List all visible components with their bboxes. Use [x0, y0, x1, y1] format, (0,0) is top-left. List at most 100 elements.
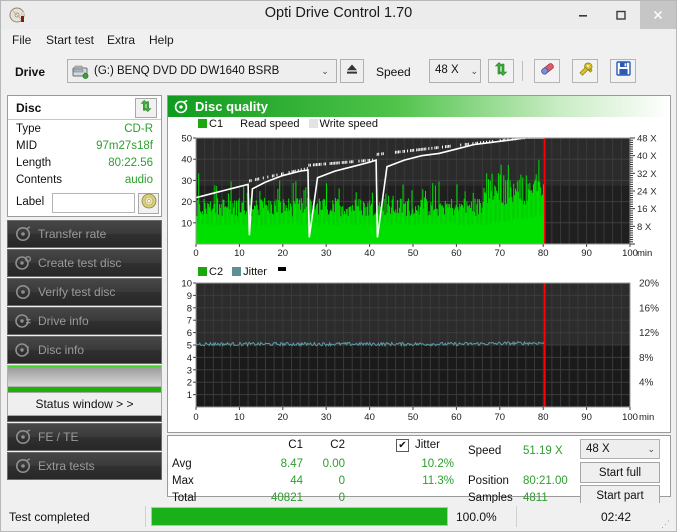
legend-swatch-c2 — [198, 267, 207, 276]
disc-extra-icon — [15, 458, 31, 474]
save-button[interactable] — [610, 59, 636, 83]
svg-text:7: 7 — [187, 316, 192, 327]
eraser-icon — [539, 61, 556, 82]
eject-button[interactable] — [340, 59, 364, 83]
drive-label: Drive — [15, 65, 46, 79]
svg-text:16 X: 16 X — [637, 204, 657, 215]
svg-text:min: min — [639, 412, 654, 423]
disc-test-icon — [15, 226, 31, 242]
c1-chart[interactable]: C1 Read speed Write speed 10 20 30 40 50 8 X1… — [168, 117, 670, 265]
disc-check-icon — [15, 284, 31, 300]
disc-box-title: Disc — [16, 101, 42, 115]
svg-text:8 X: 8 X — [637, 222, 652, 233]
svg-text:24 X: 24 X — [637, 187, 657, 198]
svg-text:8%: 8% — [639, 353, 654, 364]
svg-text:50: 50 — [408, 412, 419, 423]
svg-text:32 X: 32 X — [637, 169, 657, 180]
sidebar-item-fe-te[interactable]: FE / TE — [7, 423, 162, 451]
legend-label-write-speed: Write speed — [319, 118, 379, 130]
svg-text:2: 2 — [187, 378, 192, 389]
jitter-checkbox[interactable]: ✔ — [396, 439, 409, 452]
refresh-button[interactable] — [488, 59, 514, 83]
resize-grip-icon[interactable]: ⋰ — [661, 519, 670, 530]
cd-disc-button[interactable] — [138, 193, 159, 214]
svg-text:4%: 4% — [639, 378, 654, 389]
sidebar-item-verify-test-disc[interactable]: Verify test disc — [7, 278, 162, 306]
svg-text:40: 40 — [181, 155, 192, 166]
menu-start-test[interactable]: Start test — [41, 32, 99, 49]
disc-row-type: Type CD-R — [8, 123, 161, 140]
drive-icon — [72, 64, 89, 79]
elapsed-time: 02:42 — [601, 510, 632, 524]
test-speed-value: 48 X — [586, 443, 610, 455]
erase-button[interactable] — [534, 59, 560, 83]
svg-text:60: 60 — [451, 248, 462, 259]
legend-label-read-speed: Read speed — [240, 118, 300, 130]
stats-col-c2: C2 — [330, 439, 345, 451]
status-window-button[interactable]: Status window > > — [7, 392, 162, 416]
svg-text:60: 60 — [451, 412, 462, 423]
chevron-down-icon[interactable]: ⌄ — [647, 444, 655, 455]
disc-row-length: Length 80:22.56 — [8, 157, 161, 174]
disc-refresh-button[interactable] — [135, 98, 157, 118]
menu-extra[interactable]: Extra — [102, 32, 140, 49]
svg-text:50: 50 — [408, 248, 419, 259]
progress-percent: 100.0% — [456, 510, 497, 524]
sidebar-item-extra-tests[interactable]: Extra tests — [7, 452, 162, 480]
chevron-down-icon[interactable]: ⌄ — [470, 66, 478, 77]
legend-marker-icon — [278, 267, 287, 271]
svg-text:40 X: 40 X — [637, 151, 657, 162]
sidebar-item-label: Create test disc — [38, 256, 122, 270]
svg-text:20: 20 — [278, 412, 289, 423]
maximize-button[interactable] — [602, 1, 640, 29]
speed-stat-value: 51.19 X — [523, 445, 563, 457]
svg-text:10: 10 — [181, 218, 192, 229]
application-window: Opti Drive Control 1.70 File Start test … — [0, 0, 677, 532]
stats-c2-max: 0 — [338, 475, 345, 487]
svg-text:16%: 16% — [639, 303, 659, 314]
panel-title: Disc quality — [195, 99, 268, 114]
drive-select[interactable]: (G:) BENQ DVD DD DW1640 BSRB ⌄ — [67, 59, 337, 83]
stats-c1-max: 44 — [290, 475, 303, 487]
disc-row-value: audio — [124, 174, 153, 186]
sidebar-item-disc-info[interactable]: Disc info — [7, 336, 162, 364]
disc-label-key: Label — [16, 196, 45, 208]
refresh-arrows-icon — [493, 61, 509, 82]
start-full-button[interactable]: Start full — [580, 462, 660, 483]
svg-text:80: 80 — [538, 412, 549, 423]
disc-row-mid: MID 97m27s18f — [8, 140, 161, 157]
disc-row-value: 97m27s18f — [96, 140, 153, 152]
svg-text:48 X: 48 X — [637, 134, 657, 145]
svg-text:9: 9 — [187, 291, 192, 302]
stats-c1-avg: 8.47 — [280, 458, 303, 470]
jitter-label: Jitter — [415, 439, 440, 451]
menu-file[interactable]: File — [7, 32, 36, 49]
disc-label-input[interactable] — [52, 193, 135, 213]
sidebar-item-drive-info[interactable]: Drive info — [7, 307, 162, 335]
svg-text:90: 90 — [581, 248, 592, 259]
sidebar-item-transfer-rate[interactable]: Transfer rate — [7, 220, 162, 248]
close-button[interactable] — [640, 1, 676, 29]
disc-burn-icon — [15, 255, 32, 271]
sidebar-item-label: Verify test disc — [38, 285, 116, 299]
sidebar-item-create-test-disc[interactable]: Create test disc — [7, 249, 162, 277]
svg-text:5: 5 — [187, 341, 192, 352]
sidebar-item-label: Drive info — [38, 314, 89, 328]
disc-fete-icon — [15, 429, 31, 445]
svg-text:90: 90 — [581, 412, 592, 423]
speed-select[interactable]: 48 X ⌄ — [429, 59, 481, 83]
cd-disc-icon — [141, 193, 157, 214]
svg-text:min: min — [637, 248, 652, 259]
c2-jitter-chart[interactable]: C2 Jitter 1 2 3 4 5 6 7 8 9 10 4% 8% 12% 16% 20% 0 10 20 3… — [168, 265, 670, 433]
svg-text:3: 3 — [187, 365, 192, 376]
svg-text:12%: 12% — [639, 328, 659, 339]
c2-chart-canvas: 123456789104%8%12%16%20%0 10 20 30 40 50 60 70 8… — [181, 279, 659, 423]
menu-help[interactable]: Help — [144, 32, 179, 49]
svg-text:10: 10 — [234, 248, 245, 259]
svg-text:10: 10 — [181, 279, 192, 290]
tools-button[interactable] — [572, 59, 598, 83]
test-speed-select[interactable]: 48 X ⌄ — [580, 439, 660, 459]
minimize-button[interactable] — [564, 1, 602, 29]
c2-chart-legend: C2 Jitter — [198, 266, 287, 278]
chevron-down-icon[interactable]: ⌄ — [315, 61, 335, 81]
